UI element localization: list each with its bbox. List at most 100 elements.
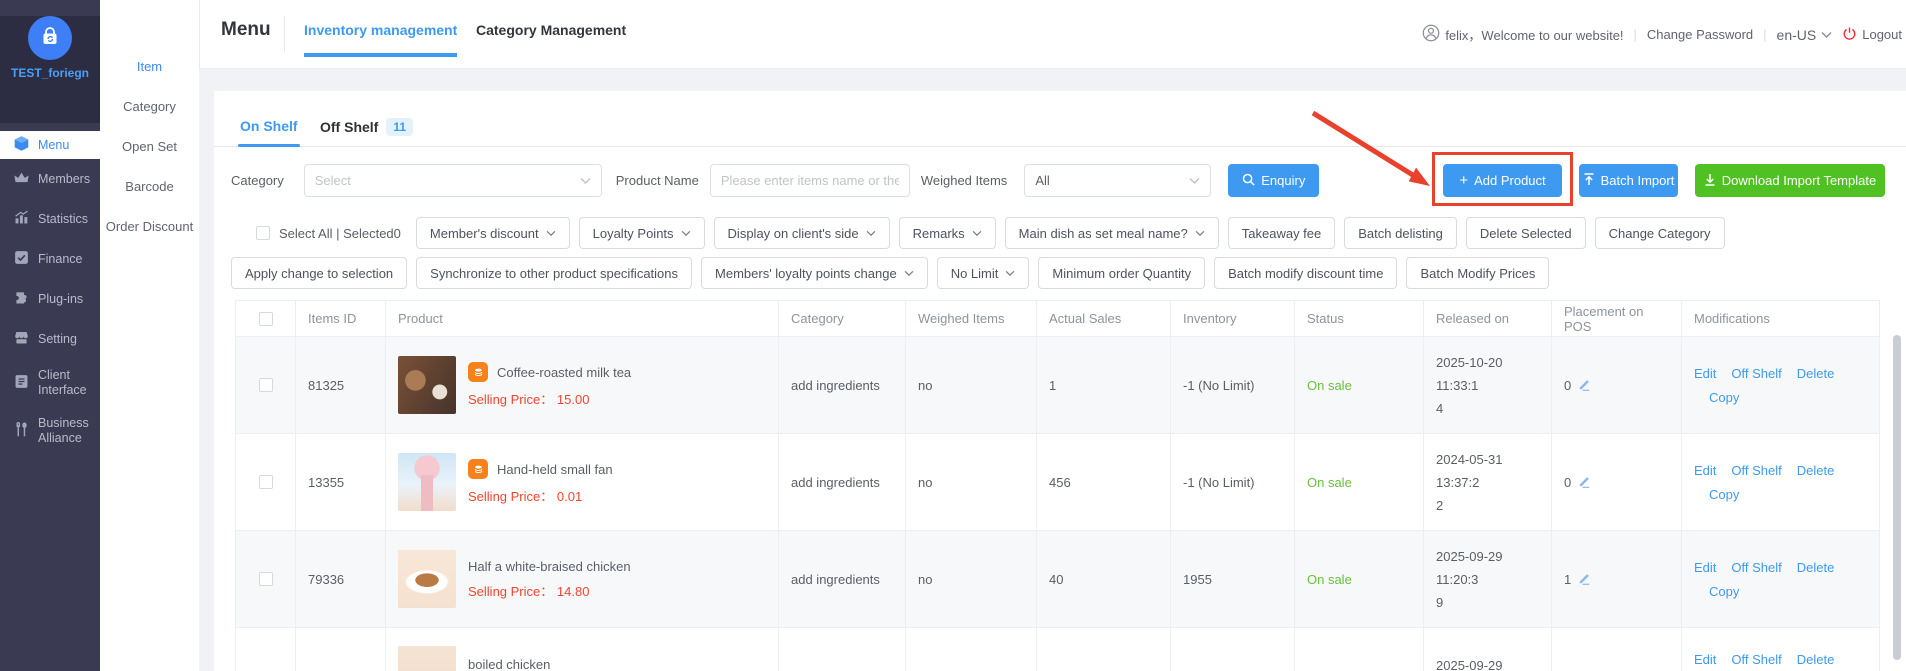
subsidebar-item-barcode[interactable]: Barcode: [100, 167, 199, 207]
sidebar-item-plugins[interactable]: Plug-ins: [0, 279, 100, 319]
sidebar-item-members[interactable]: Members: [0, 159, 100, 199]
sidebar-item-finance[interactable]: Finance: [0, 239, 100, 279]
app-logo[interactable]: [28, 16, 72, 60]
sidebar-item-statistics[interactable]: Statistics: [0, 199, 100, 239]
delete-link[interactable]: Delete: [1797, 366, 1835, 381]
delete-selected-button[interactable]: Delete Selected: [1466, 217, 1586, 249]
placement-cell: 1: [1552, 531, 1682, 627]
select-all-control[interactable]: Select All | Selected0: [256, 226, 401, 241]
members-discount-dropdown[interactable]: Member's discount: [416, 217, 570, 249]
off-shelf-link[interactable]: Off Shelf: [1731, 560, 1781, 575]
synchronize-specifications-button[interactable]: Synchronize to other product specificati…: [416, 257, 692, 289]
product-name-input[interactable]: Please enter items name or the: [710, 164, 910, 197]
category-select-placeholder: Select: [315, 173, 351, 188]
change-category-button[interactable]: Change Category: [1595, 217, 1725, 249]
batch-delisting-button[interactable]: Batch delisting: [1344, 217, 1457, 249]
edit-link[interactable]: Edit: [1694, 652, 1716, 667]
delete-link[interactable]: Delete: [1797, 560, 1835, 575]
delete-link[interactable]: Delete: [1797, 652, 1835, 667]
sidebar-item-label: Finance: [38, 252, 82, 267]
placement-value: 0: [1564, 378, 1571, 393]
bulk-actions-row-1: Select All | Selected0 Member's discount…: [256, 217, 1725, 249]
product-name-placeholder: Please enter items name or the: [721, 173, 899, 188]
edit-link[interactable]: Edit: [1694, 463, 1716, 478]
edit-pencil-icon[interactable]: [1577, 376, 1592, 394]
apply-change-to-selection-button[interactable]: Apply change to selection: [231, 257, 407, 289]
copy-link[interactable]: Copy: [1709, 390, 1739, 405]
vertical-scrollbar[interactable]: [1893, 335, 1901, 660]
status-cell: On sale: [1295, 337, 1424, 433]
page-title: Menu: [221, 19, 271, 41]
subsidebar-item-order-discount[interactable]: Order Discount: [100, 207, 199, 247]
display-on-clients-side-dropdown[interactable]: Display on client's side: [714, 217, 890, 249]
enquiry-button[interactable]: Enquiry: [1228, 164, 1319, 197]
col-items-id: Items ID: [296, 301, 386, 336]
weighed-items-value: All: [1035, 173, 1049, 188]
copy-link[interactable]: Copy: [1709, 487, 1739, 502]
edit-link[interactable]: Edit: [1694, 560, 1716, 575]
weighed-cell: no: [906, 434, 1037, 530]
add-product-button[interactable]: + Add Product: [1443, 164, 1562, 197]
row-checkbox[interactable]: [259, 572, 273, 586]
takeaway-fee-button[interactable]: Takeaway fee: [1228, 217, 1336, 249]
modifications-cell: Edit Off Shelf Delete Copy: [1682, 531, 1881, 627]
subsidebar-item-category[interactable]: Category: [100, 87, 199, 127]
row-checkbox[interactable]: [259, 378, 273, 392]
col-status: Status: [1295, 301, 1424, 336]
subsidebar-item-item[interactable]: Item: [100, 47, 199, 87]
copy-link[interactable]: Copy: [1709, 584, 1739, 599]
header-select-checkbox[interactable]: [259, 312, 273, 326]
minimum-order-quantity-button[interactable]: Minimum order Quantity: [1038, 257, 1205, 289]
sidebar-item-menu[interactable]: Menu: [0, 131, 100, 159]
off-shelf-link[interactable]: Off Shelf: [1731, 652, 1781, 667]
price-value: 0.01: [557, 489, 582, 504]
table-row: 81325 Coffee-roasted milk tea Selling Pr…: [236, 337, 1879, 434]
top-bar: Menu Inventory management Category Manag…: [199, 0, 1906, 69]
off-shelf-link[interactable]: Off Shelf: [1731, 463, 1781, 478]
product-image: [398, 356, 456, 414]
utensils-icon: [13, 421, 30, 441]
batch-import-button[interactable]: Batch Import: [1579, 164, 1678, 197]
delete-link[interactable]: Delete: [1797, 463, 1835, 478]
batch-modify-discount-time-button[interactable]: Batch modify discount time: [1214, 257, 1397, 289]
tab-inventory-management[interactable]: Inventory management: [304, 22, 457, 38]
edit-link[interactable]: Edit: [1694, 366, 1716, 381]
loyalty-points-dropdown[interactable]: Loyalty Points: [579, 217, 705, 249]
no-limit-dropdown[interactable]: No Limit: [937, 257, 1030, 289]
locale-selector[interactable]: en-US: [1777, 27, 1833, 43]
tab-category-management[interactable]: Category Management: [476, 22, 626, 38]
batch-modify-prices-button[interactable]: Batch Modify Prices: [1406, 257, 1549, 289]
placement-value: 0: [1564, 475, 1571, 490]
inventory-cell: -1 (No Limit): [1171, 434, 1295, 530]
select-all-checkbox[interactable]: [256, 226, 270, 240]
download-import-template-button[interactable]: Download Import Template: [1695, 164, 1885, 197]
title-divider: [284, 16, 285, 52]
logout-button[interactable]: Logout: [1842, 26, 1902, 44]
off-shelf-link[interactable]: Off Shelf: [1731, 366, 1781, 381]
status-cell: [1295, 628, 1424, 671]
remarks-dropdown[interactable]: Remarks: [899, 217, 996, 249]
crown-icon: [13, 169, 30, 189]
top-right-menu: felix，Welcome to our website! | Change P…: [1422, 0, 1902, 69]
subsidebar-item-open-set[interactable]: Open Set: [100, 127, 199, 167]
sidebar-item-business-alliance[interactable]: BusinessAlliance: [0, 407, 100, 455]
user-menu[interactable]: felix，Welcome to our website!: [1422, 24, 1623, 45]
category-select[interactable]: Select: [304, 164, 602, 197]
row-checkbox[interactable]: [259, 475, 273, 489]
tab-on-shelf[interactable]: On Shelf: [240, 118, 298, 134]
secondary-sidebar: Item Category Open Set Barcode Order Dis…: [100, 0, 199, 671]
logo-block: TEST_foriegn: [0, 16, 100, 123]
tab-off-shelf[interactable]: Off Shelf 11: [320, 118, 413, 136]
released-cell: 2025-09-29 11:20:39: [1424, 531, 1552, 627]
main-dish-set-meal-dropdown[interactable]: Main dish as set meal name?: [1005, 217, 1219, 249]
edit-pencil-icon[interactable]: [1577, 570, 1592, 588]
sidebar-item-client-interface[interactable]: ClientInterface: [0, 359, 100, 407]
released-cell: 2025-10-20 11:33:14: [1424, 337, 1552, 433]
sidebar-item-setting[interactable]: Setting: [0, 319, 100, 359]
placement-cell: [1552, 628, 1682, 671]
col-inventory: Inventory: [1171, 301, 1295, 336]
edit-pencil-icon[interactable]: [1577, 473, 1592, 491]
weighed-items-select[interactable]: All: [1024, 164, 1211, 197]
change-password-link[interactable]: Change Password: [1647, 27, 1753, 42]
members-loyalty-points-change-dropdown[interactable]: Members' loyalty points change: [701, 257, 928, 289]
